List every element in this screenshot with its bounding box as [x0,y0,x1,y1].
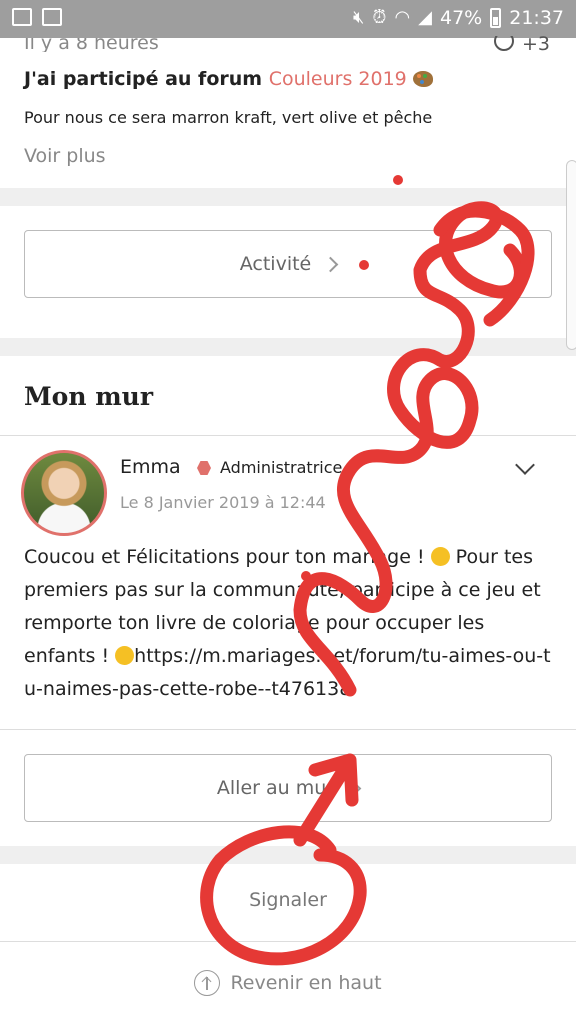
back-to-top-label: Revenir en haut [230,972,382,994]
chevron-right-icon [345,780,362,796]
post-date: Le 8 Janvier 2019 à 12:44 [120,493,326,512]
report-link[interactable]: Signaler [0,889,576,911]
activity-button-label: Activité [239,253,312,275]
palette-emoji-icon [412,71,433,87]
raising-hands-emoji-icon [430,547,450,566]
arrow-up-circle-icon [194,970,221,996]
mute-icon: 🔇︎ [353,7,365,28]
avatar[interactable] [21,450,107,536]
activity-button[interactable]: Activité [24,230,552,298]
chevron-right-icon [322,256,339,272]
message-text: Coucou et Félicitations pour ton mariage… [24,546,431,568]
divider [0,941,576,942]
battery-icon [490,8,502,28]
wall-title: Mon mur [24,382,154,411]
divider [0,435,576,436]
forum-title-prefix: J'ai participé au forum [24,68,263,90]
comment-icon [493,36,514,51]
signal-icon: ◢ [418,7,432,28]
scrollbar[interactable] [566,160,576,350]
chevron-down-icon[interactable] [515,455,535,475]
clock: 21:37 [509,7,564,29]
upside-down-face-emoji-icon [115,646,135,665]
author-role: Administratrice [220,458,343,477]
wall-post-message: Coucou et Félicitations pour ton mariage… [24,541,556,706]
mail-notification-icon [42,8,62,26]
section-divider [0,188,576,206]
divider [0,729,576,730]
go-to-wall-button[interactable]: Aller au mur [24,754,552,822]
profile-page: Il y a 8 heures +3 J'ai participé au for… [0,36,576,1024]
section-divider [0,338,576,356]
forum-activity-title: J'ai participé au forum Couleurs 2019 [24,68,433,90]
back-to-top-link[interactable]: Revenir en haut [0,970,576,996]
go-to-wall-label: Aller au mur [216,777,335,799]
alarm-icon: ⏰︎ [372,7,387,28]
wifi-icon: ◠ [394,7,411,28]
status-bar: 🔇︎ ⏰︎ ◠ ◢ 47% 21:37 [0,0,576,38]
forum-post-text: Pour nous ce sera marron kraft, vert oli… [24,108,433,127]
reply-count: +3 [493,36,550,52]
admin-badge-icon [197,461,211,475]
post-time-ago: Il y a 8 heures [24,38,159,52]
battery-percent: 47% [440,7,483,29]
post-author[interactable]: Emma [120,456,181,478]
see-more-link[interactable]: Voir plus [24,145,106,167]
reply-count-value: +3 [521,36,550,52]
forum-link[interactable]: Couleurs 2019 [269,68,407,90]
section-divider [0,846,576,864]
image-notification-icon [12,8,32,26]
